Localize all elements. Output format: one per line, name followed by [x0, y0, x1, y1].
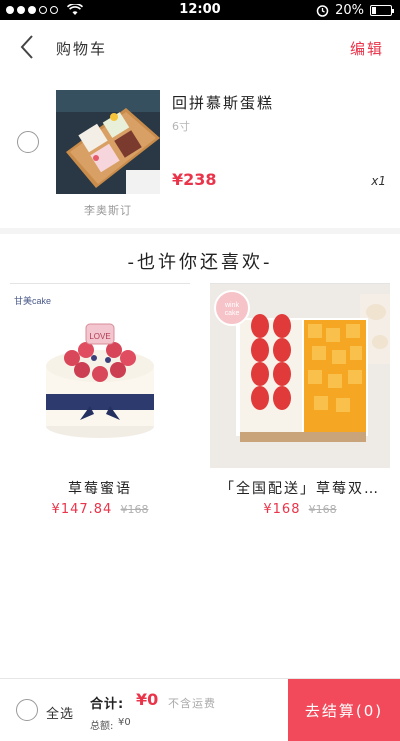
shop-name[interactable]: 李奥斯订 [56, 202, 160, 218]
status-bar: 12:00 20% [0, 0, 400, 20]
item-spec: 6寸 [172, 120, 190, 133]
product-price: ¥168 [263, 502, 301, 517]
product-card-1[interactable]: 甘美cake LOVE 草莓蜜语 ¥147.84 ¥168 [10, 284, 190, 524]
battery-percent: 20% [335, 2, 364, 18]
select-all-radio[interactable] [16, 699, 38, 721]
cart-item: 回拼慕斯蛋糕 6寸 ¥238 x1 李奥斯订 [0, 78, 400, 226]
svg-text:LOVE: LOVE [89, 332, 110, 341]
product-image-strawberry-mango-cake: wink cake [210, 284, 390, 468]
product-old-price: ¥168 [120, 503, 149, 516]
discount-value: ¥0 [118, 717, 131, 728]
checkout-button[interactable]: 去结算(0) [288, 679, 400, 741]
product-card-2[interactable]: wink cake 「全国配送」草莓双… ¥168 ¥168 [210, 284, 390, 524]
chevron-left-icon [20, 35, 33, 59]
total-label: 合计: [90, 697, 125, 712]
signal-dots-icon [6, 0, 83, 20]
wifi-icon [67, 4, 83, 15]
discount-label: 总额: [90, 721, 114, 732]
product-thumbnail[interactable] [56, 90, 160, 194]
section-divider [0, 228, 400, 234]
total-value: ¥0 [136, 690, 159, 709]
nav-bar: 购物车 编辑 [0, 20, 400, 76]
item-price: ¥238 [172, 170, 217, 189]
brand-logo-1: 甘美cake [14, 295, 51, 306]
product-name: 「全国配送」草莓双… [220, 481, 380, 497]
alarm-icon [316, 4, 329, 17]
svg-text:cake: cake [225, 310, 240, 317]
item-name: 回拼慕斯蛋糕 [172, 94, 275, 112]
checkout-bar: 全选 合计: ¥0 不含运费 总额: ¥0 去结算(0) [0, 678, 400, 741]
item-select-radio[interactable] [17, 131, 39, 153]
page-title: 购物车 [56, 40, 108, 58]
product-old-price: ¥168 [308, 503, 337, 516]
product-name: 草莓蜜语 [68, 481, 132, 497]
item-quantity: x1 [371, 174, 386, 188]
brand-logo-2: wink [224, 302, 240, 309]
select-all-label[interactable]: 全选 [46, 703, 74, 722]
recommend-title: -也许你还喜欢- [127, 252, 273, 273]
shipping-note: 不含运费 [168, 697, 216, 710]
battery-icon [370, 4, 394, 16]
edit-button[interactable]: 编辑 [350, 38, 384, 59]
product-image-strawberry-cake: 甘美cake LOVE [10, 284, 190, 468]
back-button[interactable] [14, 32, 42, 62]
product-price: ¥147.84 [51, 502, 113, 517]
